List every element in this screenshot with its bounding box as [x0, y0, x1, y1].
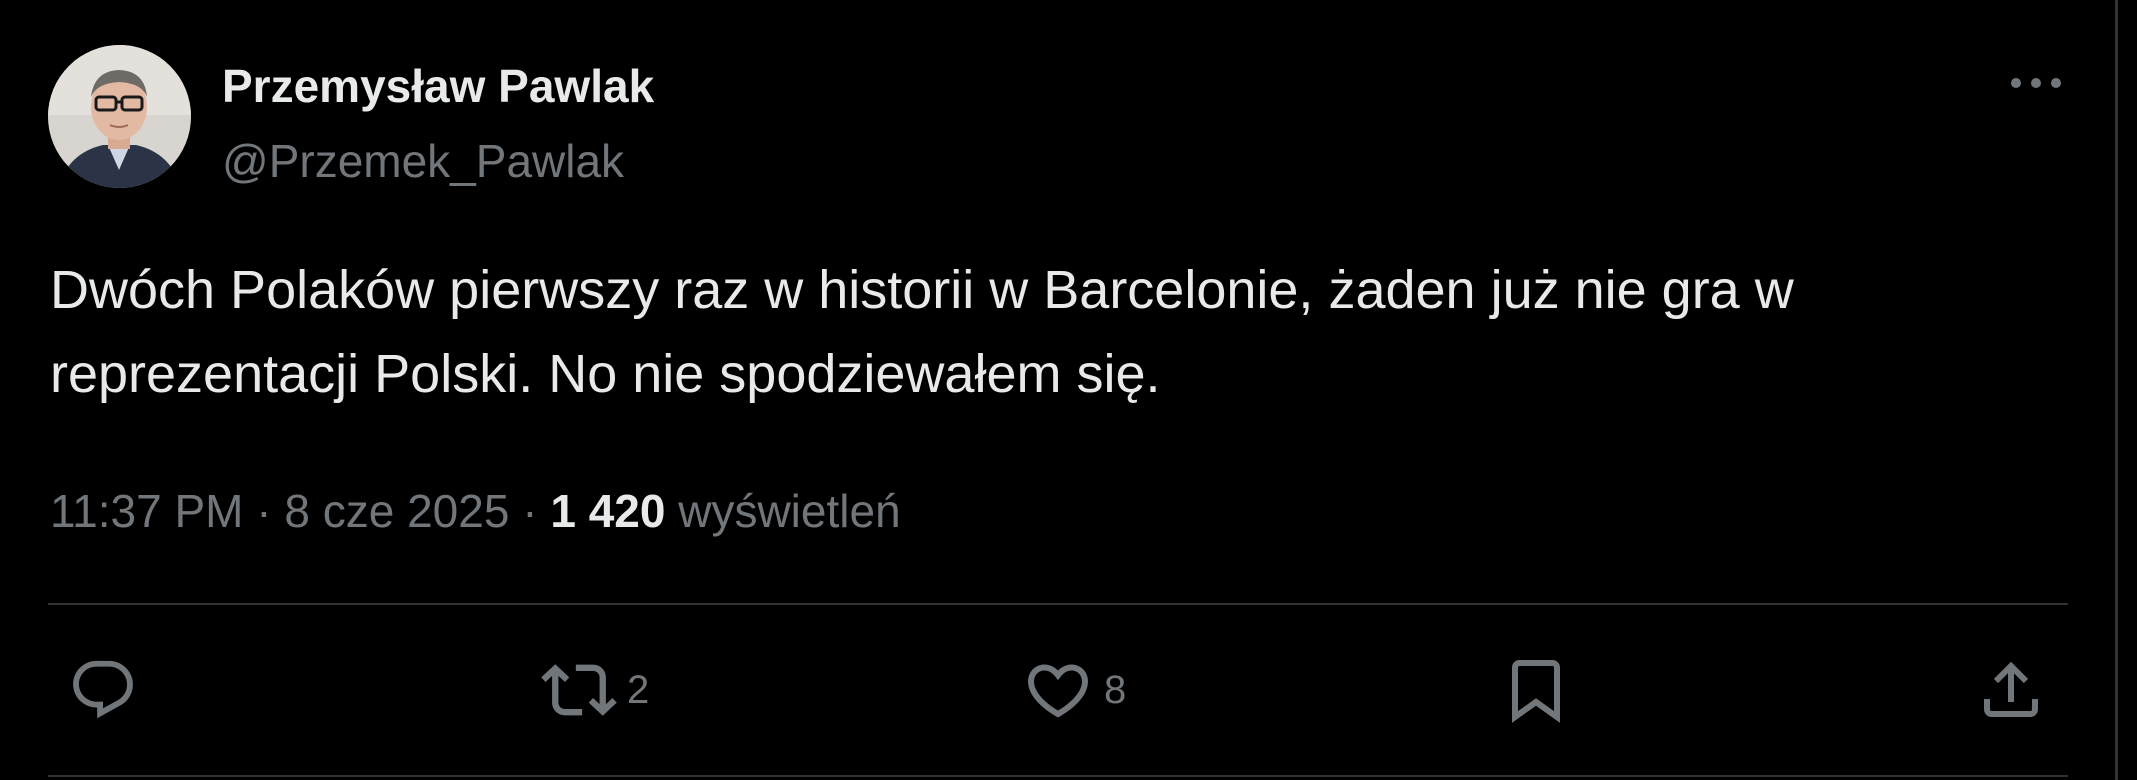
author-handle[interactable]: @Przemek_Pawlak	[222, 131, 624, 191]
bookmark-button[interactable]	[1500, 650, 1572, 730]
tweet-meta: 11:37 PM · 8 cze 2025 · 1 420 wyświetleń	[50, 481, 901, 541]
author-display-name[interactable]: Przemysław Pawlak	[222, 56, 654, 116]
author-avatar[interactable]	[48, 45, 191, 188]
meta-separator: ·	[522, 485, 538, 537]
share-button[interactable]	[1975, 650, 2047, 730]
like-button[interactable]: 8	[1022, 650, 1126, 730]
more-horizontal-icon	[2010, 77, 2062, 89]
tweet-text-line: reprezentacji Polski. No nie spodziewałe…	[50, 344, 1161, 404]
retweet-button[interactable]: 2	[541, 650, 649, 730]
retweet-icon	[541, 652, 617, 728]
reply-icon	[68, 655, 138, 725]
heart-icon	[1022, 654, 1094, 726]
avatar-photo-icon	[48, 45, 191, 188]
views-label: wyświetleń	[678, 485, 901, 537]
tweet-text-line: Dwóch Polaków pierwszy raz w historii w …	[50, 260, 1794, 320]
tweet-text: Dwóch Polaków pierwszy raz w historii w …	[50, 248, 2090, 416]
divider	[48, 603, 2068, 605]
bottom-divider	[48, 775, 2068, 777]
retweet-count: 2	[627, 667, 650, 712]
like-count: 8	[1104, 667, 1127, 712]
meta-separator: ·	[256, 485, 272, 537]
views-count: 1 420	[550, 485, 666, 537]
tweet-time[interactable]: 11:37 PM	[50, 485, 243, 537]
tweet-date[interactable]: 8 cze 2025	[284, 485, 509, 537]
card-right-border	[2115, 0, 2118, 780]
tweet-card: Przemysław Pawlak @Przemek_Pawlak Dwóch …	[0, 0, 2137, 780]
bookmark-icon	[1500, 654, 1572, 726]
reply-button[interactable]	[68, 650, 148, 730]
share-icon	[1975, 654, 2047, 726]
more-options-button[interactable]	[2000, 58, 2072, 108]
